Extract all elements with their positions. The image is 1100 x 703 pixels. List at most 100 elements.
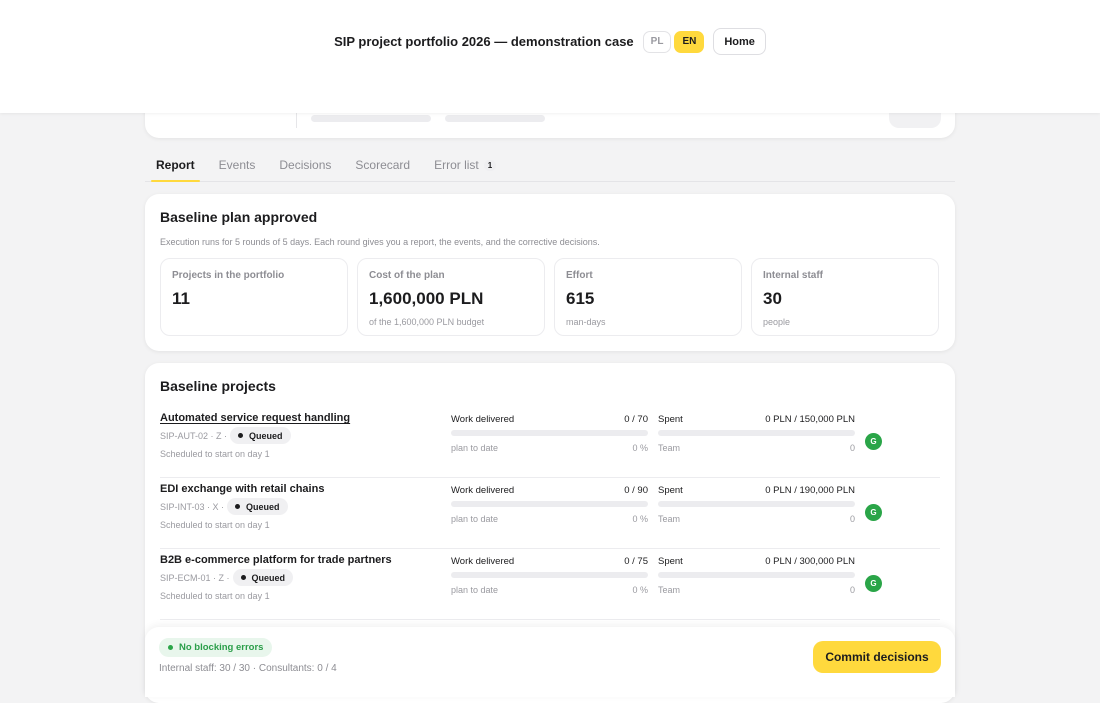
spent-progress-bar	[658, 572, 855, 578]
project-code: SIP-ECM-01 · Z ·	[160, 572, 230, 583]
plan-value: 0 %	[632, 514, 648, 524]
work-progress-bar	[451, 430, 648, 436]
tab-label: Error list	[434, 158, 479, 172]
tab-report[interactable]: Report	[145, 150, 206, 182]
app-title: SIP project portfolio 2026 — demonstrati…	[334, 34, 634, 49]
work-label: Work delivered	[451, 414, 515, 425]
language-pl-button[interactable]: PL	[642, 30, 672, 53]
stat-value: 30	[763, 289, 782, 308]
tab-label: Events	[218, 158, 256, 172]
project-code: SIP-INT-03 · X ·	[160, 501, 225, 512]
plan-description: Execution runs for 5 rounds of 5 days. E…	[160, 237, 600, 247]
work-progress-bar	[451, 572, 648, 578]
plan-title: Baseline plan approved	[160, 209, 318, 225]
team-label: Team	[658, 443, 681, 453]
tab-bar: Report Events Decisions Scorecard Error …	[145, 150, 955, 182]
baseline-plan-card: Baseline plan approved Execution runs fo…	[145, 194, 955, 351]
team-label: Team	[658, 514, 681, 524]
work-value: 0 / 90	[624, 485, 648, 496]
team-value: 0	[849, 514, 855, 524]
language-en-button[interactable]: EN	[674, 30, 705, 53]
stat-internal-staff: Internal staff 30 people	[751, 258, 939, 336]
tab-error-list[interactable]: Error list 1	[423, 150, 507, 181]
project-row: B2B e-commerce platform for trade partne…	[160, 549, 940, 620]
spent-value: 0 PLN / 150,000 PLN	[765, 414, 855, 425]
project-name[interactable]: B2B e-commerce platform for trade partne…	[160, 554, 451, 566]
spent-value: 0 PLN / 190,000 PLN	[765, 485, 855, 496]
stat-sub: man-days	[566, 317, 606, 327]
status-text: Queued	[249, 430, 283, 441]
spent-value: 0 PLN / 300,000 PLN	[765, 556, 855, 567]
status-text: Queued	[246, 501, 280, 512]
error-count-badge: 1	[483, 160, 497, 171]
status-dot-icon	[238, 433, 244, 438]
work-label: Work delivered	[451, 485, 515, 496]
spent-label: Spent	[658, 414, 683, 425]
progress-bar-placeholder	[311, 115, 431, 122]
top-bar-content: SIP project portfolio 2026 — demonstrati…	[0, 28, 1100, 55]
team-value: 0	[849, 443, 855, 453]
stat-value: 11	[172, 289, 190, 308]
stat-label: Effort	[566, 270, 593, 281]
home-button[interactable]: Home	[713, 28, 766, 55]
project-name[interactable]: EDI exchange with retail chains	[160, 483, 451, 495]
stat-label: Cost of the plan	[369, 270, 445, 281]
plan-value: 0 %	[632, 443, 648, 453]
grade-badge: G	[865, 504, 882, 521]
team-value: 0	[849, 585, 855, 595]
project-schedule: Scheduled to start on day 1	[160, 591, 270, 601]
status-badge: No blocking errors	[159, 638, 273, 657]
team-label: Team	[658, 585, 681, 595]
plan-value: 0 %	[632, 585, 648, 595]
status-dot-icon	[240, 575, 246, 580]
status-text: No blocking errors	[179, 642, 264, 653]
project-info: B2B e-commerce platform for trade partne…	[160, 554, 451, 619]
tab-label: Decisions	[279, 158, 332, 172]
stat-effort: Effort 615 man-days	[554, 258, 742, 336]
project-meta: SIP-INT-03 · X · Queued	[160, 498, 451, 515]
stat-label: Internal staff	[763, 270, 824, 281]
grade-badge: G	[865, 433, 882, 450]
plan-label: plan to date	[451, 514, 499, 524]
project-meta: SIP-ECM-01 · Z · Queued	[160, 569, 451, 586]
project-row: EDI exchange with retail chains SIP-INT-…	[160, 478, 940, 549]
tab-decisions[interactable]: Decisions	[268, 150, 342, 181]
spent-label: Spent	[658, 485, 683, 496]
plan-label: plan to date	[451, 585, 499, 595]
tab-label: Report	[156, 158, 195, 172]
work-metric: Work delivered 0 / 75 plan to date 0 %	[451, 554, 648, 619]
top-bar: SIP project portfolio 2026 — demonstrati…	[0, 0, 1100, 113]
work-progress-bar	[451, 501, 648, 507]
projects-title: Baseline projects	[160, 378, 276, 394]
work-value: 0 / 70	[624, 414, 648, 425]
spent-progress-bar	[658, 430, 855, 436]
tab-scorecard[interactable]: Scorecard	[344, 150, 421, 181]
tab-label: Scorecard	[355, 158, 411, 172]
commit-decisions-button[interactable]: Commit decisions	[813, 641, 941, 673]
project-info: Automated service request handling SIP-A…	[160, 412, 451, 477]
plan-label: plan to date	[451, 443, 499, 453]
spent-label: Spent	[658, 556, 683, 567]
project-name-link[interactable]: Automated service request handling	[160, 412, 451, 424]
spent-metric: Spent 0 PLN / 300,000 PLN Team 0	[658, 554, 855, 619]
stat-value: 1,600,000 PLN	[369, 289, 484, 308]
progress-bar-placeholder	[445, 115, 545, 122]
stat-projects: Projects in the portfolio 11	[160, 258, 348, 336]
project-schedule: Scheduled to start on day 1	[160, 520, 270, 530]
tab-events[interactable]: Events	[208, 150, 267, 181]
status-dot-icon	[168, 645, 173, 650]
grade-badge: G	[865, 575, 882, 592]
staff-summary: Internal staff: 30 / 30 · Consultants: 0…	[159, 663, 337, 674]
status-dot-icon	[235, 504, 241, 509]
plan-stats: Projects in the portfolio 11 Cost of the…	[160, 258, 940, 336]
work-value: 0 / 75	[624, 556, 648, 567]
stat-label: Projects in the portfolio	[172, 270, 285, 281]
spent-progress-bar	[658, 501, 855, 507]
status-text: Queued	[251, 572, 286, 583]
spent-metric: Spent 0 PLN / 150,000 PLN Team 0	[658, 412, 855, 477]
stat-sub: of the 1,600,000 PLN budget	[369, 317, 485, 327]
status-badge: Queued	[232, 569, 294, 586]
status-badge: Queued	[230, 427, 291, 444]
stat-value: 615	[566, 289, 595, 308]
stat-sub	[172, 317, 336, 328]
